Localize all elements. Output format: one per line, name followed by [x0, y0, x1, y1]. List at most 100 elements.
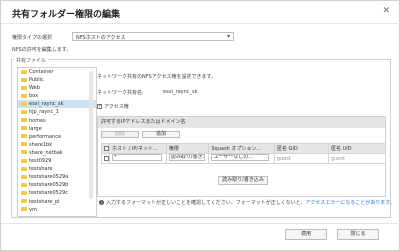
folder-icon	[21, 150, 27, 155]
tree-item-label: hjp_raync_1	[29, 109, 59, 116]
access-checkbox[interactable]	[97, 103, 102, 109]
col-host: ホスト / IP/ネット...	[109, 143, 167, 154]
folder-icon	[21, 109, 27, 114]
uid-cell[interactable]: guest	[327, 153, 387, 164]
tree-item-folder[interactable]: hjp_raync_1	[18, 108, 96, 116]
permission-hint: NFSの許可を編集します。	[12, 47, 72, 53]
tree-item-folder[interactable]: esxi_raync_sk	[18, 100, 96, 109]
folder-icon	[21, 190, 27, 195]
folder-icon	[21, 118, 27, 123]
squash-select[interactable]: ユーザーなしの...	[211, 154, 269, 161]
col-squash: Squash オプション...	[208, 143, 275, 154]
apply-button[interactable]: 適用	[285, 229, 327, 240]
row-checkbox[interactable]	[104, 155, 109, 161]
select-all-checkbox[interactable]	[104, 145, 109, 151]
tree-item-label: Container	[29, 69, 54, 75]
permission-type-label: 権限タイプの選択	[12, 35, 53, 41]
tree-item-folder[interactable]: performance	[18, 133, 96, 141]
tree-item-label: testshare_pl	[29, 198, 60, 205]
tree-item-label: share_netbak	[29, 149, 63, 156]
permission-type-value: NFSホストのアクセス	[76, 35, 126, 41]
folder-tree: Container Public Web box esxi_raync_sk hjp_ra…	[17, 67, 97, 217]
tree-item-folder[interactable]: testshare_pl	[18, 198, 96, 206]
chevron-down-icon: ▾	[226, 33, 230, 40]
close-icon[interactable]: ✕	[382, 7, 390, 16]
footer-divider	[1, 223, 400, 224]
network-share-name-value: esxi_raync_sk	[163, 89, 198, 95]
access-checkbox-row[interactable]: アクセス権	[97, 103, 129, 110]
hosts-table: ホスト / IP/ネット... 権限 Squash オプション... 匿名 GI…	[101, 143, 387, 164]
permission-select[interactable]: 読み取り/書き...	[168, 154, 206, 161]
nfs-settings-panel: ネットワーク共有のNFSアクセス権を設定できます。 ネットワーク共有名: esx…	[93, 67, 390, 217]
table-row: * 読み取り/書き... ユーザーなしの... guest guest	[101, 153, 387, 164]
info-icon: i	[99, 200, 104, 205]
tree-item-label: esxi_raync_sk	[29, 101, 64, 108]
tree-item-folder[interactable]: testshare0529a	[18, 173, 96, 181]
tree-item-label: large	[29, 125, 42, 132]
col-anon-uid: 匿名 UID	[327, 143, 387, 154]
permission-type-select[interactable]: NFSホストのアクセス ▾	[72, 32, 234, 41]
shared-files-legend: 共有ファイル	[14, 57, 49, 64]
tree-item-folder[interactable]: box	[18, 92, 96, 100]
folder-icon	[21, 77, 27, 82]
tree-item-folder[interactable]: testshare0529c	[18, 189, 96, 197]
tree-item-folder[interactable]: vm	[18, 206, 96, 214]
tree-item-folder[interactable]: large	[18, 125, 96, 133]
delete-button[interactable]: 削除	[101, 131, 139, 138]
network-share-name-label: ネットワーク共有名:	[97, 90, 144, 96]
gid-cell[interactable]: guest	[273, 153, 329, 164]
tree-item-label: share1bk	[29, 141, 53, 148]
tree-item-label: test0929	[29, 158, 52, 165]
folder-icon	[21, 142, 27, 147]
tree-item-label: homes	[29, 117, 46, 124]
col-anon-gid: 匿名 GID	[273, 143, 329, 154]
folder-icon	[21, 174, 27, 179]
close-button[interactable]: 閉じる	[337, 229, 379, 240]
tree-item-folder[interactable]: homes	[18, 117, 96, 125]
folder-icon	[21, 182, 27, 187]
folder-icon	[21, 69, 27, 74]
anon-gid-value[interactable]: guest	[277, 156, 291, 162]
tree-item-folder[interactable]: Container	[18, 68, 96, 76]
tree-item-folder[interactable]: test0929	[18, 157, 96, 165]
tree-item-label: testshare0529c	[29, 190, 68, 197]
tree-item-folder[interactable]: Public	[18, 76, 96, 84]
access-error-link[interactable]: アクセスエラーになることがあります。	[306, 200, 395, 206]
tree-item-folder[interactable]: testshare0529b	[18, 181, 96, 189]
allowed-hosts-title: 許可するIPアドレスまたはドメイン名	[98, 117, 385, 128]
allowed-hosts-panel: 許可するIPアドレスまたはドメイン名 削除 追加 ホスト / IP/ネット...…	[97, 116, 387, 197]
squash-cell[interactable]: ユーザーなしの...	[208, 153, 275, 164]
row-select-cell[interactable]	[101, 153, 110, 164]
permission-cell[interactable]: 読み取り/書き...	[165, 153, 210, 164]
tree-item-label: testshare0529a	[29, 174, 69, 181]
edit-shared-folder-permission-dialog: 共有フォルダー権限の編集 ✕ 権限タイプの選択 NFSホストのアクセス ▾ NF…	[0, 0, 400, 251]
tree-item-folder[interactable]: share_netbak	[18, 149, 96, 157]
select-all-header[interactable]	[101, 143, 110, 154]
folder-icon	[21, 85, 27, 90]
folder-icon	[21, 101, 27, 106]
folder-icon	[21, 199, 27, 203]
hosts-table-header: ホスト / IP/ネット... 権限 Squash オプション... 匿名 GI…	[101, 143, 387, 154]
tree-item-label: Web	[29, 85, 40, 92]
add-button[interactable]: 追加	[142, 131, 180, 138]
anon-uid-value[interactable]: guest	[331, 156, 345, 162]
tree-item-label: testshare	[29, 166, 53, 173]
tree-item-label: testshare0529b	[29, 182, 69, 189]
format-info: i 入力するフォーマットが正しいことを確認してください。フォーマットが正しくないと…	[99, 199, 395, 206]
tree-item-folder[interactable]: share1bk	[18, 141, 96, 149]
access-label: アクセス権	[104, 104, 129, 110]
tree-item-folder[interactable]: testshare	[18, 165, 96, 173]
folder-icon	[21, 134, 27, 139]
folder-icon	[21, 93, 27, 98]
folder-icon	[21, 207, 27, 212]
host-input[interactable]: *	[112, 154, 162, 161]
folder-icon	[21, 126, 27, 131]
tree-item-folder[interactable]: Web	[18, 84, 96, 92]
tree-item-label: Public	[29, 77, 44, 84]
host-cell[interactable]: *	[109, 153, 167, 164]
tree-item-label: performance	[29, 133, 62, 140]
col-permission: 権限	[165, 143, 210, 154]
tree-item-label: box	[29, 93, 39, 100]
read-write-button[interactable]: 読み取り/書き込み	[218, 176, 268, 185]
nfs-description: ネットワーク共有のNFSアクセス権を設定できます。	[97, 74, 216, 80]
